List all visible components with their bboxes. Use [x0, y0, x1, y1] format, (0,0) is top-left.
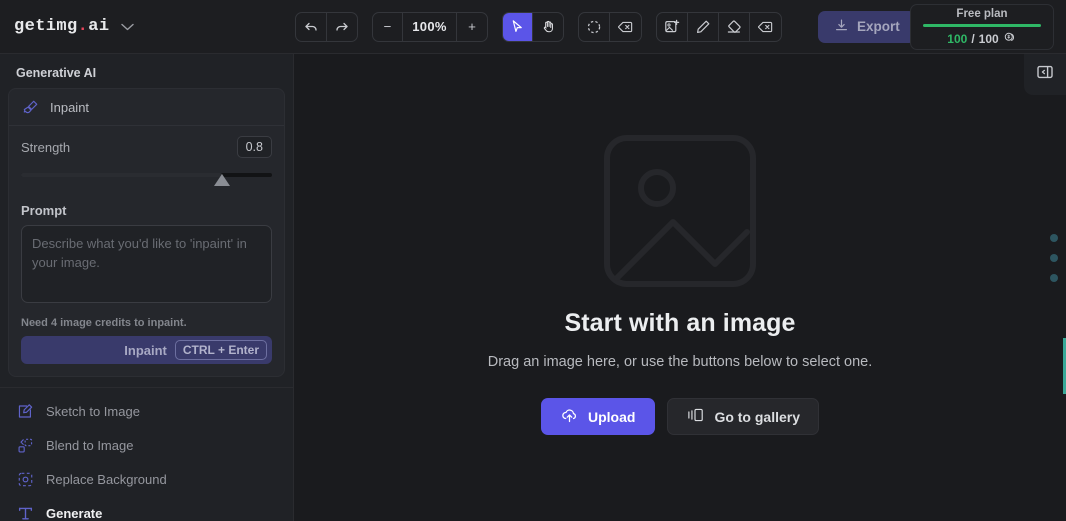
brand-dot: .	[77, 17, 89, 36]
brand-logo[interactable]: getimg.ai	[0, 17, 295, 36]
credit-note: Need 4 image credits to inpaint.	[21, 317, 187, 329]
hand-icon	[541, 19, 556, 34]
replace-icon	[16, 470, 34, 488]
sidebar-item-label: Sketch to Image	[46, 403, 140, 419]
cursor-tool-button[interactable]	[503, 12, 533, 41]
eraser-button[interactable]	[719, 12, 750, 41]
zoom-level-value[interactable]: 100%	[403, 12, 457, 41]
selection-tools-group	[578, 11, 642, 42]
zoom-group: − 100% +	[372, 11, 488, 42]
delete-button[interactable]	[750, 13, 781, 41]
sidebar-section-title: Generative AI	[16, 66, 97, 80]
sidebar-item-blend-to-image[interactable]: Blend to Image	[0, 428, 293, 462]
delete-icon	[617, 19, 634, 35]
marquee-select-button[interactable]	[579, 12, 610, 41]
undo-icon	[303, 19, 319, 35]
credits-used: 100	[947, 32, 968, 46]
sidebar-item-label: Blend to Image	[46, 437, 134, 453]
left-sidebar: Generative AI Inpaint Strength 0.8 Promp…	[0, 54, 294, 521]
upload-label: Upload	[587, 408, 636, 425]
pencil-icon	[695, 19, 711, 35]
top-toolbar: getimg.ai − 100% + Export Free plan 100 …	[0, 0, 1066, 54]
delete-icon	[757, 19, 774, 35]
export-button[interactable]: Export	[818, 10, 916, 43]
panel-tab-label: Inpaint	[50, 99, 90, 115]
canvas-actions: Upload Go to gallery	[540, 398, 820, 435]
coins-icon	[1003, 31, 1017, 48]
delete-selection-button[interactable]	[610, 13, 641, 41]
pencil-button[interactable]	[688, 12, 719, 41]
app-root: getimg.ai − 100% + Export Free plan 100 …	[0, 0, 1066, 521]
cloud-upload-icon	[561, 407, 578, 427]
download-icon	[834, 18, 849, 36]
add-image-icon	[664, 19, 680, 35]
canvas-area[interactable]: Start with an image Drag an image here, …	[294, 54, 1066, 521]
rail-dot[interactable]	[1050, 274, 1058, 282]
app-body: Generative AI Inpaint Strength 0.8 Promp…	[0, 54, 1066, 521]
inpaint-submit-label: Inpaint	[124, 342, 167, 358]
plan-title: Free plan	[956, 8, 1008, 20]
prompt-label: Prompt	[21, 203, 67, 218]
sidebar-item-label: Replace Background	[46, 471, 167, 487]
plan-progress-bar	[923, 24, 1041, 27]
prompt-input[interactable]	[21, 225, 272, 303]
sidebar-item-sketch-to-image[interactable]: Sketch to Image	[0, 394, 293, 428]
plan-widget[interactable]: Free plan 100 / 100	[910, 4, 1054, 50]
cursor-icon	[510, 19, 525, 34]
brand-name: getimg	[14, 17, 78, 36]
blend-icon	[16, 436, 34, 454]
slider-thumb[interactable]	[213, 174, 230, 186]
gallery-icon	[686, 407, 704, 426]
gallery-label: Go to gallery	[714, 408, 801, 425]
strength-row: Strength 0.8	[21, 136, 272, 158]
right-panel-toggle-button[interactable]	[1024, 54, 1066, 95]
zoom-in-button[interactable]: +	[457, 13, 487, 41]
redo-button[interactable]	[327, 13, 357, 41]
image-placeholder-icon	[601, 132, 759, 295]
sidebar-item-label: Generate	[46, 505, 103, 521]
sidebar-tool-list: Sketch to Image Blend to Image Replace Bac…	[0, 387, 293, 521]
credits-total: 100	[978, 32, 999, 46]
inpaint-panel-body: Strength 0.8 Prompt Need 4 image credits…	[9, 126, 284, 376]
text-t-icon	[16, 504, 34, 521]
slider-fill	[21, 173, 222, 177]
go-to-gallery-button[interactable]: Go to gallery	[667, 398, 820, 435]
right-rail-dots[interactable]	[1050, 234, 1058, 282]
canvas-title: Start with an image	[564, 309, 796, 337]
upload-button[interactable]: Upload	[540, 398, 656, 435]
draw-tools-group	[656, 11, 782, 42]
brand-suffix: ai	[88, 17, 110, 36]
hand-tool-button[interactable]	[533, 13, 563, 41]
rail-dot[interactable]	[1050, 234, 1058, 242]
rail-dot[interactable]	[1050, 254, 1058, 262]
toolbar-groups: − 100% + Export	[295, 10, 916, 43]
undo-button[interactable]	[296, 12, 327, 41]
eraser-icon	[726, 19, 742, 35]
brand-text: getimg.ai	[14, 17, 109, 36]
marquee-select-icon	[586, 19, 602, 35]
inpaint-panel: Inpaint Strength 0.8 Prompt Need 4 image	[8, 88, 285, 377]
brush-icon	[21, 98, 39, 116]
inpaint-submit-button[interactable]: Inpaint CTRL + Enter	[21, 336, 272, 364]
plan-credits: 100 / 100	[947, 31, 1016, 48]
credits-separator: /	[971, 32, 975, 46]
inpaint-shortcut-badge: CTRL + Enter	[174, 340, 267, 360]
panel-collapse-icon	[1036, 63, 1054, 86]
panel-tab-inpaint[interactable]: Inpaint	[9, 89, 284, 126]
redo-icon	[334, 19, 350, 35]
pointer-tools-group	[502, 11, 564, 42]
sketch-icon	[16, 402, 34, 420]
zoom-out-button[interactable]: −	[373, 12, 403, 41]
history-group	[295, 11, 358, 42]
strength-value[interactable]: 0.8	[236, 136, 272, 158]
strength-label: Strength	[21, 139, 71, 155]
strength-slider[interactable]	[21, 171, 272, 187]
chevron-down-icon[interactable]	[121, 21, 135, 33]
canvas-subtitle: Drag an image here, or use the buttons b…	[487, 354, 873, 370]
sidebar-item-replace-background[interactable]: Replace Background	[0, 462, 293, 496]
export-label: Export	[857, 19, 900, 34]
sidebar-item-generate[interactable]: Generate	[0, 496, 293, 521]
add-image-button[interactable]	[657, 12, 688, 41]
